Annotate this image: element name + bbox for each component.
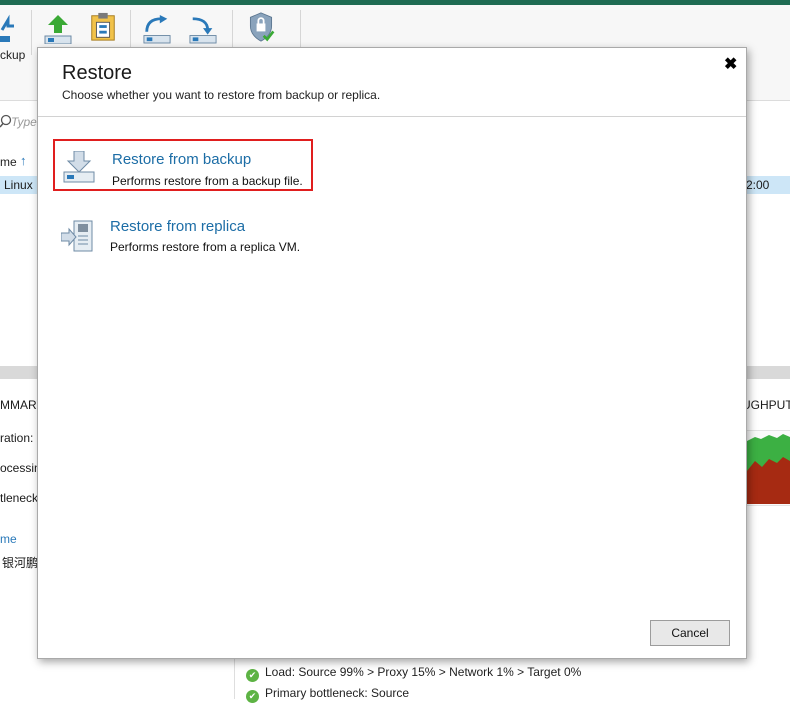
- name-column-link[interactable]: me: [0, 532, 17, 546]
- column-header-name[interactable]: me: [0, 155, 17, 169]
- close-icon[interactable]: ✖: [724, 54, 737, 74]
- success-check-icon: ✔: [246, 669, 259, 682]
- table-cell-name: Linux: [4, 178, 33, 192]
- throughput-header: UGHPUT: [742, 398, 790, 412]
- restore-from-backup-description: Performs restore from a backup file.: [112, 174, 303, 188]
- table-cell-time: 2:00: [746, 178, 770, 192]
- restore-replica-icon: [61, 220, 93, 252]
- status-bottleneck-text: Primary bottleneck: Source: [265, 686, 410, 700]
- status-line-load: ✔ Load: Source 99% > Proxy 15% > Network …: [246, 665, 581, 682]
- backup-job-icon[interactable]: [0, 14, 28, 44]
- failback-icon[interactable]: [189, 14, 217, 44]
- summary-bottleneck-label: tleneck: [0, 491, 39, 505]
- sort-ascending-icon: ↑: [20, 153, 27, 168]
- upload-icon[interactable]: [44, 14, 72, 44]
- status-line-bottleneck: ✔ Primary bottleneck: Source: [246, 686, 409, 703]
- restore-from-replica-option[interactable]: Restore from replica Performs restore fr…: [53, 210, 309, 258]
- success-check-icon: ✔: [246, 690, 259, 703]
- dialog-title: Restore: [62, 62, 133, 84]
- cancel-button[interactable]: Cancel: [650, 620, 730, 646]
- throughput-chart-area: [747, 434, 790, 504]
- name-value: 银河鹏: [2, 556, 39, 570]
- dialog-header: Restore Choose whether you want to resto…: [38, 48, 746, 117]
- summary-duration-label: ration:: [0, 431, 34, 445]
- ribbon-backup-label[interactable]: ckup: [0, 48, 25, 62]
- failover-icon[interactable]: [143, 14, 171, 44]
- restore-from-replica-title[interactable]: Restore from replica: [110, 218, 245, 235]
- restore-from-backup-title[interactable]: Restore from backup: [112, 151, 251, 168]
- restore-backup-icon: [63, 151, 95, 183]
- clipboard-icon[interactable]: [89, 12, 117, 42]
- dialog-subtitle: Choose whether you want to restore from …: [62, 88, 381, 102]
- restore-from-backup-option[interactable]: Restore from backup Performs restore fro…: [53, 139, 313, 191]
- security-shield-icon[interactable]: [247, 12, 275, 42]
- ribbon-separator: [31, 10, 32, 55]
- search-input[interactable]: Type: [11, 115, 37, 129]
- restore-dialog: Restore Choose whether you want to resto…: [37, 47, 747, 659]
- status-load-text: Load: Source 99% > Proxy 15% > Network 1…: [265, 665, 582, 679]
- restore-from-replica-description: Performs restore from a replica VM.: [110, 240, 301, 254]
